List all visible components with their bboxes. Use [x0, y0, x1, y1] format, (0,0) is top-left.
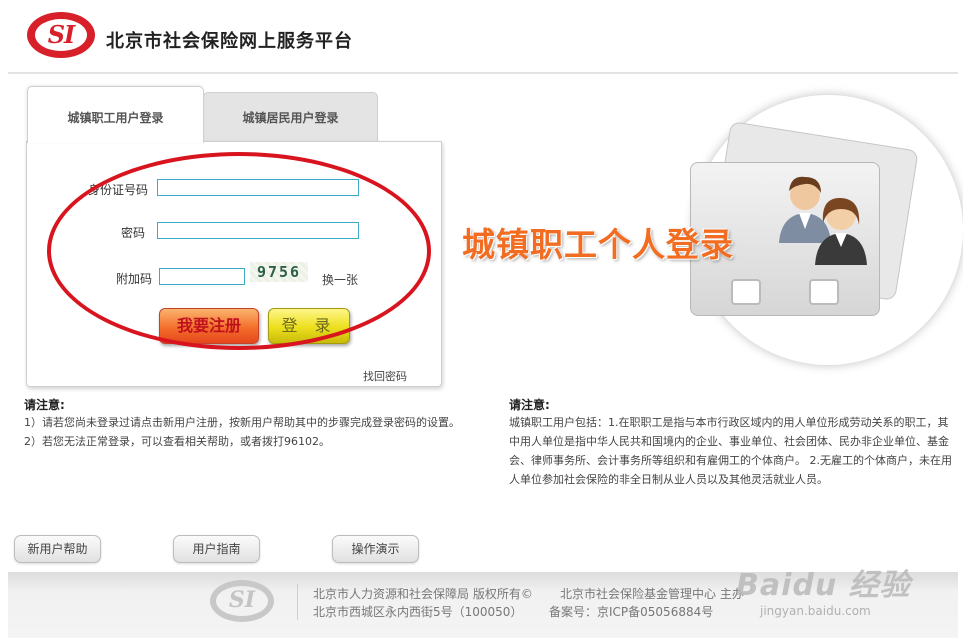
notes-left: 请注意: 1）请若您尚未登录过请点击新用户注册，按新用户帮助其中的步骤完成登录密… — [24, 396, 479, 451]
footer-copyright: 北京市人力资源和社会保障局 版权所有© — [313, 587, 533, 601]
captcha-label: 附加码 — [115, 272, 152, 286]
watermark-brand: Baidu 经验 — [736, 568, 911, 603]
watermark-url: jingyan.baidu.com — [760, 604, 871, 618]
password-input[interactable] — [157, 222, 359, 239]
password-label: 密码 — [120, 226, 145, 240]
card-slot — [809, 279, 839, 305]
id-number-label: 身份证号码 — [87, 183, 148, 197]
card-slot — [731, 279, 761, 305]
forgot-password-link[interactable]: 找回密码 — [363, 368, 407, 384]
si-logo-text: SI — [47, 20, 76, 49]
notes-right: 请注意: 城镇职工用户包括：1.在职职工是指与本市行政区域内的用人单位形成劳动关… — [509, 396, 957, 489]
site-title: 北京市社会保险网上服务平台 — [106, 31, 353, 52]
notes-right-title: 请注意: — [509, 398, 550, 412]
login-panel — [26, 141, 442, 387]
tab-resident-login[interactable]: 城镇居民用户登录 — [203, 92, 378, 143]
footer-address: 北京市西城区永内西街5号（100050） — [313, 605, 523, 619]
tab-worker-login[interactable]: 城镇职工用户登录 — [27, 86, 204, 143]
si-logo: SI — [27, 12, 95, 58]
notes-left-item: 2）若您无法正常登录，可以查看相关帮助，或者拨打96102。 — [24, 435, 330, 448]
footer-si-logo: SI — [210, 580, 274, 622]
baidu-watermark: Baidu 经验 jingyan.baidu.com — [736, 560, 911, 618]
captcha-image[interactable]: 9756 — [250, 262, 308, 282]
user-guide-button[interactable]: 用户指南 — [173, 535, 260, 563]
refresh-captcha-link[interactable]: 换一张 — [322, 271, 358, 288]
login-button[interactable]: 登 录 — [268, 308, 350, 344]
tab-worker-label: 城镇职工用户登录 — [67, 111, 164, 125]
notes-right-text: 城镇职工用户包括：1.在职职工是指与本市行政区域内的用人单位形成劳动关系的职工，… — [509, 416, 952, 486]
notes-left-title: 请注意: — [24, 398, 65, 412]
users-icon — [779, 176, 867, 265]
footer-organizer: 北京市社会保险基金管理中心 主办 — [560, 587, 744, 601]
captcha-input[interactable] — [159, 268, 245, 285]
notes-left-item: 1）请若您尚未登录过请点击新用户注册，按新用户帮助其中的步骤完成登录密码的设置。 — [24, 416, 460, 429]
header-divider — [8, 72, 958, 74]
register-button[interactable]: 我要注册 — [159, 308, 259, 344]
demo-button[interactable]: 操作演示 — [332, 535, 419, 563]
tab-resident-label: 城镇居民用户登录 — [242, 111, 339, 125]
illustration-caption: 城镇职工个人登录 — [462, 225, 734, 264]
new-user-help-button[interactable]: 新用户帮助 — [14, 535, 101, 563]
id-number-input[interactable] — [157, 179, 359, 196]
footer-divider — [297, 584, 298, 620]
footer-icp: 备案号：京ICP备05056884号 — [549, 605, 714, 619]
